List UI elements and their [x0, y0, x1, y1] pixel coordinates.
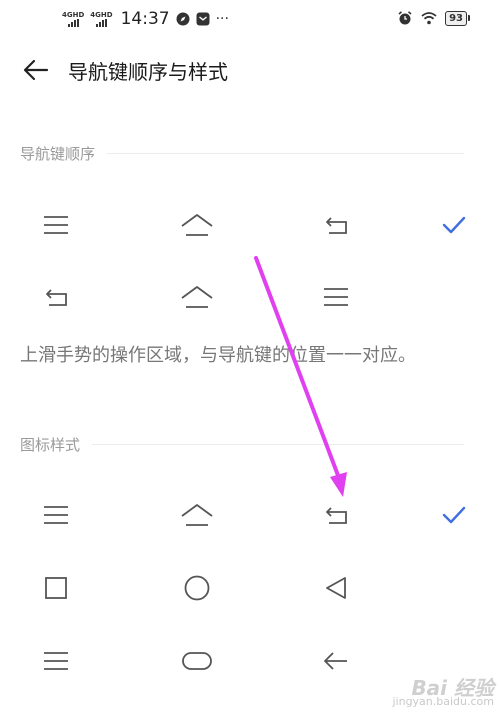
arrow-left-icon	[318, 643, 354, 679]
page-title: 导航键顺序与样式	[68, 60, 228, 84]
style-option-2[interactable]	[0, 563, 500, 613]
arrow-left-icon	[23, 59, 49, 81]
clock: 14:37	[120, 9, 170, 29]
selected-check-icon	[438, 499, 470, 531]
network-type-label: 4GHD	[62, 10, 85, 19]
app-bar: 导航键顺序与样式	[0, 50, 500, 90]
divider	[107, 153, 464, 154]
gesture-hint-text: 上滑手势的操作区域，与导航键的位置一一对应。	[20, 345, 416, 366]
selected-check-icon	[438, 209, 470, 241]
more-notifications-icon: ···	[215, 11, 229, 27]
signal-icon: 4GHD	[62, 10, 85, 27]
watermark-logo: Bai 经验	[411, 676, 494, 700]
battery-level: 93	[445, 10, 467, 26]
alarm-icon	[397, 10, 413, 26]
compass-icon	[176, 12, 190, 26]
triangle-left-icon	[318, 570, 354, 606]
wifi-icon	[421, 11, 437, 25]
watermark-url: jingyan.baidu.com	[392, 695, 494, 708]
style-option-1[interactable]	[0, 490, 500, 540]
pill-icon	[179, 643, 215, 679]
signal-icon-2: 4GHD	[90, 10, 113, 27]
section-header-style: 图标样式	[20, 434, 464, 455]
menu-icon	[38, 497, 74, 533]
menu-icon	[318, 279, 354, 315]
network-type-label-2: 4GHD	[90, 10, 113, 19]
divider	[92, 444, 464, 445]
home-icon	[179, 207, 215, 243]
order-option-2[interactable]	[0, 272, 500, 322]
battery-icon: 93	[445, 10, 470, 26]
section-title-order: 导航键顺序	[20, 145, 96, 163]
section-header-order: 导航键顺序	[20, 143, 464, 164]
square-icon	[38, 570, 74, 606]
back-icon	[318, 497, 354, 533]
menu-icon	[38, 207, 74, 243]
message-icon	[196, 12, 210, 26]
menu-icon	[38, 643, 74, 679]
section-title-style: 图标样式	[20, 436, 81, 454]
circle-icon	[179, 570, 215, 606]
back-button[interactable]	[22, 58, 50, 82]
back-icon	[318, 207, 354, 243]
order-option-1[interactable]	[0, 200, 500, 250]
watermark: Bai 经验 jingyan.baidu.com	[392, 676, 494, 708]
status-bar: 4GHD 4GHD 14:37 ··· 93	[0, 0, 500, 40]
back-icon	[38, 279, 74, 315]
home-icon	[179, 279, 215, 315]
home-icon	[179, 497, 215, 533]
